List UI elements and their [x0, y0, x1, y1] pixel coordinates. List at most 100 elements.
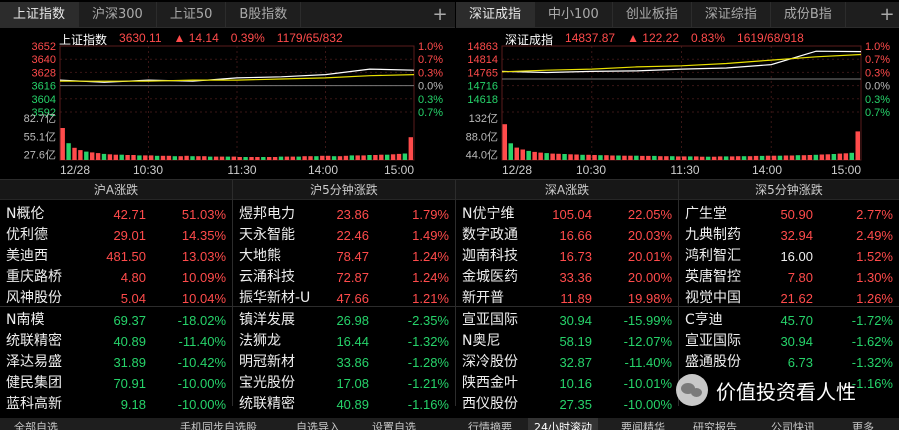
volume-bar — [568, 154, 573, 160]
volume-bar — [308, 156, 313, 160]
stock-change-pct: -12.07% — [623, 334, 672, 349]
volume-bar — [249, 157, 254, 160]
volume-bar — [137, 155, 142, 160]
y-tick-label: 14863 — [467, 41, 498, 53]
bottom-item-top-news[interactable]: 要闻精华 — [621, 418, 665, 430]
bottom-item-more[interactable]: 更多 — [852, 418, 874, 430]
tab-component-b[interactable]: 成份B指 — [771, 2, 846, 28]
stock-row[interactable]: N概伦 42.71 51.03% — [0, 204, 232, 225]
right-index-tabs: 深证成指 中小100 创业板指 深证综指 成份B指 — [456, 2, 899, 28]
volume-bar — [825, 154, 831, 160]
stock-row[interactable]: 鸿利智汇 16.00 1.52% — [679, 246, 899, 267]
stock-price: 26.98 — [336, 313, 369, 328]
stock-change-pct: -1.16% — [851, 376, 893, 391]
y-tick-label: 14716 — [467, 81, 498, 93]
sz-intraday-chart[interactable]: 14863 14814 14765 14716 14618 1.0% 0.7% 0.3% 0.0… — [456, 30, 899, 180]
stock-row[interactable]: 大地熊 78.47 1.24% — [233, 246, 455, 267]
stock-row[interactable]: 天永智能 22.46 1.49% — [233, 225, 455, 246]
tab-hs300[interactable]: 沪深300 — [79, 2, 157, 28]
time-tick-label: 12/28 — [60, 163, 90, 177]
stock-row[interactable]: 数字政通 16.66 20.03% — [456, 225, 678, 246]
bottom-item-import-watchlist[interactable]: 自选导入 — [296, 418, 340, 430]
stock-price: 16.73 — [559, 249, 592, 264]
volume-tick-label: 88.0亿 — [466, 130, 498, 143]
y-tick-label: 14618 — [467, 94, 498, 106]
bottom-item-all-watchlist[interactable]: 全部自选 — [14, 418, 58, 430]
stock-row[interactable]: 重庆路桥 4.80 10.09% — [0, 267, 232, 288]
tab-sh50[interactable]: 上证50 — [157, 2, 227, 28]
bottom-item-24h-feed[interactable]: 24小时滚动 — [528, 418, 598, 430]
volume-bar — [101, 153, 107, 160]
y-tick-label-pct: 1.0% — [865, 41, 890, 53]
volume-bar — [676, 156, 681, 160]
tab-sme100[interactable]: 中小100 — [535, 2, 613, 28]
volume-bar — [705, 156, 711, 160]
stock-price: 29.01 — [113, 228, 146, 243]
stock-row[interactable]: 西仪股份 27.35 -10.00% — [456, 394, 678, 415]
stock-row[interactable]: 统联精密 40.89 -11.40% — [0, 331, 232, 352]
tab-chinext[interactable]: 创业板指 — [613, 2, 692, 28]
stock-change-pct: 10.09% — [181, 270, 226, 285]
stock-row[interactable]: 盛通股份 6.73 -1.32% — [679, 352, 899, 373]
stock-row[interactable]: 宝光股份 17.08 -1.21% — [233, 373, 455, 394]
volume-bar — [385, 154, 390, 160]
stock-row[interactable]: 镇洋发展 26.98 -2.35% — [233, 310, 455, 331]
stock-row[interactable]: 英唐智控 7.80 1.30% — [679, 267, 899, 288]
stock-row[interactable]: 九典制药 32.94 2.49% — [679, 225, 899, 246]
bottom-item-sync-watchlist[interactable]: 手机同步自选股 — [180, 418, 257, 430]
stock-row[interactable]: 陕西金叶 10.16 -10.01% — [456, 373, 678, 394]
stock-row[interactable]: C亨迪 45.70 -1.72% — [679, 310, 899, 331]
stock-row[interactable]: 云涌科技 72.87 1.24% — [233, 267, 455, 288]
bottom-item-market-summary[interactable]: 行情摘要 — [468, 418, 512, 430]
bottom-item-research[interactable]: 研究报告 — [693, 418, 737, 430]
stock-row[interactable]: 法狮龙 16.44 -1.32% — [233, 331, 455, 352]
stock-row[interactable]: N奥尼 58.19 -12.07% — [456, 331, 678, 352]
y-tick-label-pct: 0.3% — [865, 94, 890, 106]
volume-bar — [759, 155, 765, 160]
stock-row[interactable]: N南模 69.37 -18.02% — [0, 310, 232, 331]
stock-row[interactable]: 健民集团 70.91 -10.00% — [0, 373, 232, 394]
stock-row[interactable]: N优宁维 105.04 22.05% — [456, 204, 678, 225]
stock-row[interactable]: 迦南科技 16.73 20.01% — [456, 246, 678, 267]
volume-bar — [622, 155, 627, 160]
tab-sh-composite[interactable]: 上证指数 — [0, 2, 80, 28]
stock-row[interactable]: 优利德 29.01 14.35% — [0, 225, 232, 246]
divider — [0, 306, 899, 307]
stock-change-pct: 1.79% — [412, 207, 449, 222]
stock-row[interactable]: 统联精密 40.89 -1.16% — [233, 394, 455, 415]
stock-row[interactable]: 泽达易盛 31.89 -10.42% — [0, 352, 232, 373]
add-tab-button[interactable]: + — [428, 2, 452, 28]
volume-bar — [84, 151, 89, 160]
stock-change-pct: 13.03% — [181, 249, 226, 264]
stock-price: 105.04 — [552, 207, 592, 222]
tab-sz-composite[interactable]: 深证综指 — [692, 2, 771, 28]
volume-bar — [361, 155, 366, 160]
stock-row[interactable]: 金城医药 33.36 20.00% — [456, 267, 678, 288]
bottom-item-company-news[interactable]: 公司快讯 — [771, 418, 815, 430]
stock-row[interactable]: 明冠新材 33.86 -1.28% — [233, 352, 455, 373]
stock-row[interactable]: 广生堂 50.90 2.77% — [679, 204, 899, 225]
sh-intraday-chart[interactable]: 3652 3640 3628 3616 3604 3592 1.0% 0.7% 0.3% 0.0%… — [0, 30, 455, 180]
volume-bar — [284, 156, 290, 160]
stock-row[interactable]: 宣亚国际 30.94 -15.99% — [456, 310, 678, 331]
stock-row[interactable]: 宣亚国际 30.94 -1.62% — [679, 331, 899, 352]
tab-b-share-index[interactable]: B股指数 — [226, 2, 302, 28]
volume-bar — [807, 155, 813, 160]
stock-row[interactable]: 深冷股份 32.87 -11.40% — [456, 352, 678, 373]
stock-row[interactable]: 煜邦电力 23.86 1.79% — [233, 204, 455, 225]
stock-row[interactable]: 美迪西 481.50 13.03% — [0, 246, 232, 267]
stock-row[interactable]: 蓝科高新 9.18 -10.00% — [0, 394, 232, 415]
stock-change-pct: 1.52% — [856, 249, 893, 264]
y-tick-label-pct: 0.3% — [865, 67, 890, 79]
add-tab-button-right[interactable]: + — [875, 2, 899, 28]
stock-price: 7.80 — [787, 270, 813, 285]
volume-bar — [723, 156, 729, 160]
gainers-list: N概伦 42.71 51.03% 优利德 29.01 14.35% 美迪西 481.50 13.… — [0, 204, 232, 309]
volume-bar — [160, 155, 166, 160]
stock-change-pct: -1.32% — [851, 355, 893, 370]
tab-sz-component[interactable]: 深证成指 — [456, 2, 536, 28]
stock-price: 33.36 — [559, 270, 592, 285]
volume-bar — [355, 155, 360, 160]
panel-title: 深5分钟涨跌 — [679, 180, 899, 200]
bottom-item-watchlist-settings[interactable]: 设置自选 — [372, 418, 416, 430]
